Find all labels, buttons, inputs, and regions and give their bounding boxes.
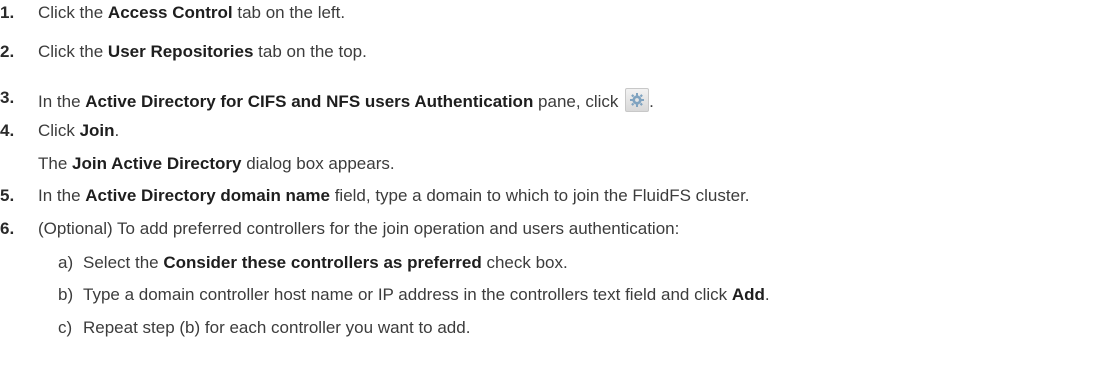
step-text: In the Active Directory domain name fiel… (38, 186, 750, 206)
step-text-post: field, type a domain to which to join th… (329, 186, 750, 205)
step-text: Click Join. (38, 121, 119, 141)
ui-term-consider-preferred: Consider these controllers as preferred (163, 253, 482, 272)
step-text-pre: Click the (38, 3, 108, 22)
substep-text: Type a domain controller host name or IP… (83, 285, 770, 305)
ui-term-join: Join (79, 121, 115, 140)
result-text-pre: The (38, 154, 73, 173)
substep-text: Select the Consider these controllers as… (83, 253, 568, 273)
step-number: 1. (0, 3, 15, 22)
result-text-post: dialog box appears. (241, 154, 395, 173)
procedure-document: 1. Click the Access Control tab on the l… (0, 0, 1099, 371)
step-number: 6. (0, 219, 15, 238)
step-text-post: pane, click (533, 92, 624, 111)
substep-text: Repeat step (b) for each controller you … (83, 318, 471, 337)
substep-text-post: . (764, 285, 770, 304)
substep-text-pre: Type a domain controller host name or IP… (83, 285, 732, 304)
step-text-pre: In the (38, 92, 86, 111)
step-text-pre: In the (38, 186, 86, 205)
step-text: Click the Access Control tab on the left… (38, 3, 345, 23)
step-text: Click the User Repositories tab on the t… (38, 42, 367, 62)
step-text-post: tab on the top. (253, 42, 367, 61)
step-text-pre: Click the (38, 42, 108, 61)
gear-icon (625, 88, 650, 112)
ui-term-active-directory-pane: Active Directory for CIFS and NFS users … (85, 92, 534, 111)
step-text-pre: Click (38, 121, 80, 140)
substep-letter: b) (58, 285, 74, 304)
step-text: In the Active Directory for CIFS and NFS… (38, 88, 654, 112)
step-text: (Optional) To add preferred controllers … (38, 219, 680, 238)
ui-term-add: Add (731, 285, 765, 304)
step-number: 5. (0, 186, 15, 205)
substep-letter: c) (58, 318, 73, 337)
ui-term-access-control: Access Control (107, 3, 233, 22)
step-text-post: . (114, 121, 120, 140)
step-number: 4. (0, 121, 15, 140)
substep-text-post: check box. (481, 253, 568, 272)
step-text-post: tab on the left. (232, 3, 346, 22)
substep-letter: a) (58, 253, 74, 272)
ui-term-user-repositories: User Repositories (107, 42, 254, 61)
substep-text-pre: Select the (83, 253, 164, 272)
ui-term-domain-name: Active Directory domain name (85, 186, 330, 205)
step-number: 2. (0, 42, 15, 61)
step-text-end: . (649, 92, 654, 111)
step-result-text: The Join Active Directory dialog box app… (38, 154, 395, 174)
ui-term-join-active-directory: Join Active Directory (72, 154, 242, 173)
step-number: 3. (0, 88, 15, 107)
